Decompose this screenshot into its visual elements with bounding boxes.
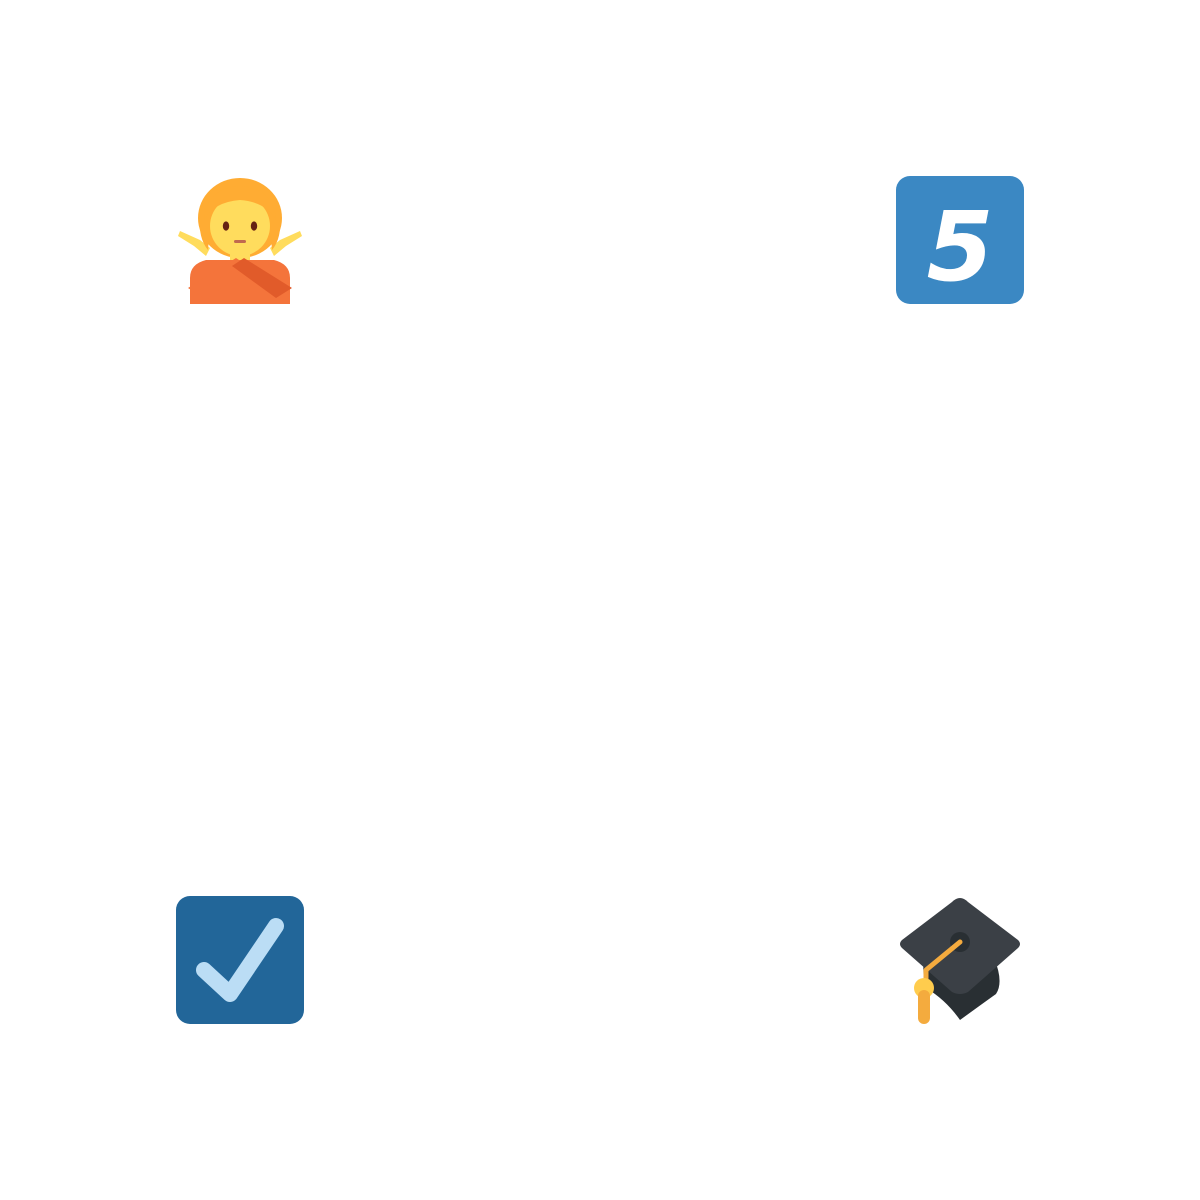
keycap-digit-five-icon: 5 (896, 176, 1024, 304)
graduation-cap-icon (896, 896, 1024, 1024)
person-gesturing-no-icon (176, 176, 304, 304)
check-box-with-check-icon (176, 896, 304, 1024)
keycap-digit-label: 5 (927, 191, 994, 303)
